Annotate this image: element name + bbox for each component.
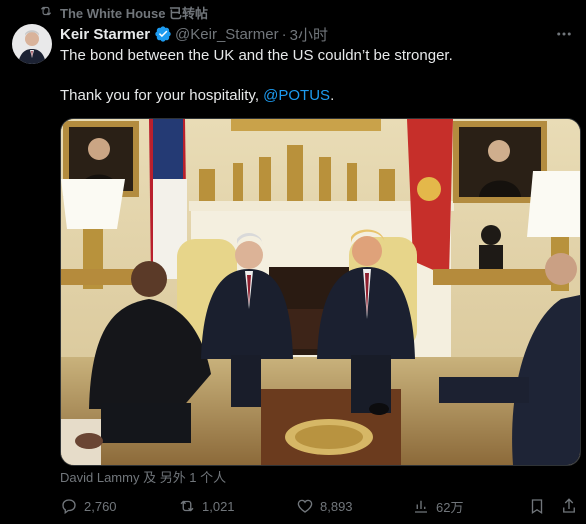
reply-icon <box>62 499 76 515</box>
views-button[interactable]: 62万 <box>412 496 463 516</box>
share-button[interactable] <box>560 496 578 516</box>
repost-header[interactable]: The White House 已转帖 <box>0 0 586 22</box>
reply-button[interactable]: 2,760 <box>60 496 117 516</box>
repost-icon <box>180 500 194 512</box>
tweet-header: Keir Starmer @Keir_Starmer · 3小时 <box>60 24 328 44</box>
tweet-line-2: Thank you for your hospitality, @POTUS. <box>60 86 334 106</box>
views-icon <box>415 500 427 513</box>
like-button[interactable]: 8,893 <box>296 496 353 516</box>
more-options-button[interactable] <box>554 24 574 44</box>
tagged-people-label: David Lammy 及 另外 1 个人 <box>60 470 227 485</box>
heart-icon <box>297 499 313 513</box>
tweet-line-2-suffix: . <box>330 87 335 104</box>
more-icon <box>557 32 571 36</box>
avatar[interactable] <box>12 24 52 64</box>
repost-count: 1,021 <box>202 498 235 514</box>
repost-icon <box>40 6 52 16</box>
oval-office-photo <box>61 119 580 465</box>
bookmark-button[interactable] <box>528 496 546 516</box>
tweet-time[interactable]: 3小时 <box>290 24 328 45</box>
reply-count: 2,760 <box>84 498 117 514</box>
tweet-line-2-prefix: Thank you for your hospitality, <box>60 87 264 104</box>
views-count: 62万 <box>436 499 464 515</box>
tagged-people[interactable]: David Lammy 及 另外 1 个人 <box>60 467 226 486</box>
share-icon <box>563 498 575 513</box>
repost-button[interactable]: 1,021 <box>178 496 235 516</box>
separator: · <box>281 25 287 43</box>
author-handle[interactable]: @Keir_Starmer <box>175 26 279 43</box>
tweet-line-1: The bond between the UK and the US could… <box>60 47 453 64</box>
like-count: 8,893 <box>320 498 353 514</box>
mention-link[interactable]: @POTUS <box>263 87 330 104</box>
tweet-actions: 2,760 1,021 8,893 62万 <box>60 496 580 516</box>
tweet-photo[interactable] <box>60 118 581 466</box>
verified-badge-icon <box>155 26 171 42</box>
repost-label: The White House 已转帖 <box>60 6 209 21</box>
author-name[interactable]: Keir Starmer <box>60 26 150 43</box>
bookmark-icon <box>531 499 543 515</box>
